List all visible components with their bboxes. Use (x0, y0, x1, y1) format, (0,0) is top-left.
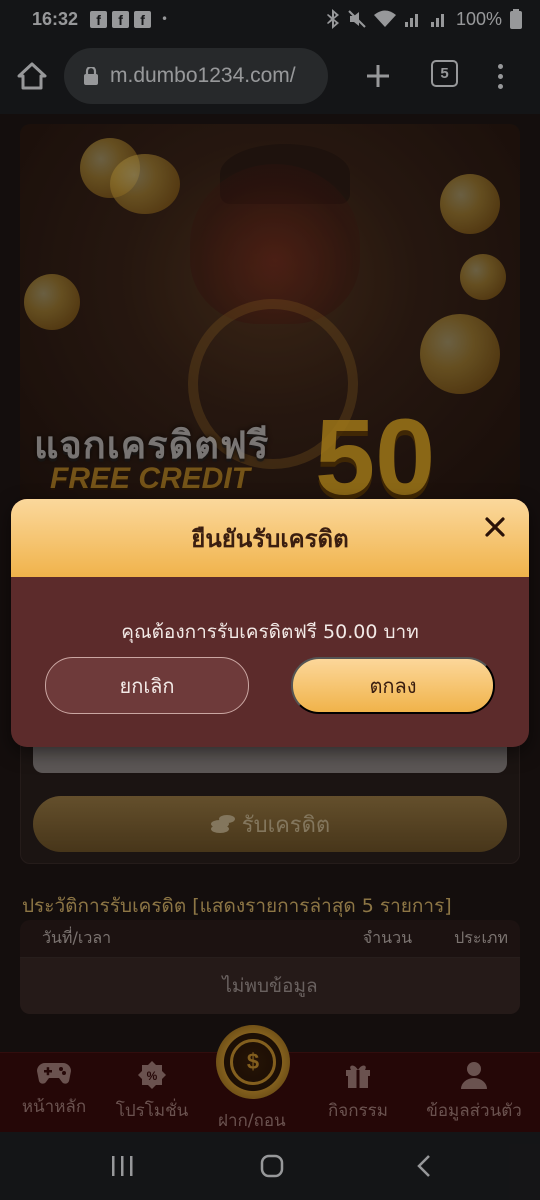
close-button[interactable] (479, 511, 511, 543)
dialog-title: ยืนยันรับเครดิต (191, 524, 349, 553)
cancel-button[interactable]: ยกเลิก (45, 657, 249, 714)
dialog-header: ยืนยันรับเครดิต (11, 499, 529, 577)
close-icon (485, 517, 505, 537)
confirm-button[interactable]: ตกลง (291, 657, 495, 714)
dialog-message: คุณต้องการรับเครดิตฟรี 50.00 บาท (121, 621, 419, 643)
confirm-credit-dialog: ยืนยันรับเครดิต คุณต้องการรับเครดิตฟรี 5… (11, 499, 529, 747)
